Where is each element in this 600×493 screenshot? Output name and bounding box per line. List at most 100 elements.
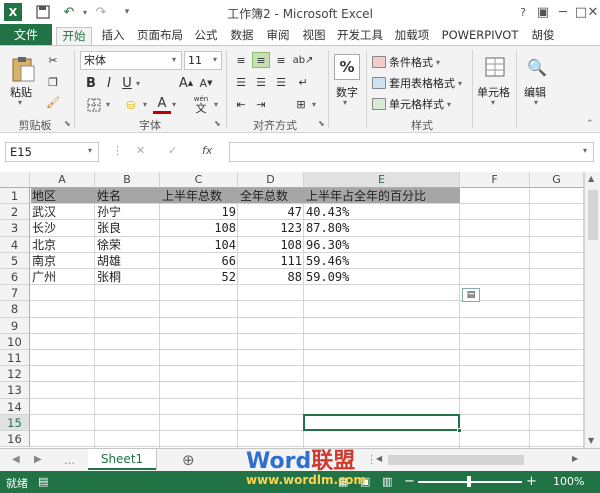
tab-home[interactable]: 开始	[56, 27, 92, 47]
align-middle-icon[interactable]: ≡	[252, 52, 270, 68]
zoom-level[interactable]: 100%	[553, 475, 584, 488]
scroll-right-icon[interactable]: ▶	[572, 454, 578, 463]
row-header-10[interactable]: 10	[0, 333, 30, 350]
font-name-box[interactable]: 宋体	[80, 51, 182, 70]
tab-powerpivot[interactable]: POWERPIVOT	[438, 27, 522, 46]
data-cell-e3[interactable]: 87.80%	[304, 220, 351, 236]
decrease-indent-icon[interactable]: ⇤	[232, 96, 250, 112]
align-left-icon[interactable]: ☰	[232, 74, 250, 90]
tab-developer[interactable]: 开发工具	[334, 27, 386, 46]
user-name[interactable]: 胡俊	[528, 27, 558, 46]
align-center-icon[interactable]: ☰	[252, 74, 270, 90]
font-color-button[interactable]: A	[153, 96, 171, 114]
editing-dropdown-icon[interactable]: ▾	[534, 98, 538, 107]
scroll-left-icon[interactable]: ◀	[376, 454, 382, 463]
data-cell-a2[interactable]: 武汉	[30, 204, 58, 220]
data-cell-a6[interactable]: 广州	[30, 269, 58, 285]
tab-insert[interactable]: 插入	[96, 27, 130, 46]
data-cell-d4[interactable]: 108	[238, 237, 304, 253]
paste-dropdown-icon[interactable]: ▾	[18, 98, 22, 107]
tab-addins[interactable]: 加载项	[392, 27, 432, 46]
help-button[interactable]: ?	[512, 2, 534, 22]
paste-options-icon[interactable]: ▤	[462, 288, 480, 303]
customize-toolbar-icon[interactable]: ▾	[118, 3, 136, 21]
data-cell-d6[interactable]: 88	[238, 269, 304, 285]
format-painter-icon[interactable]: 🖌	[44, 94, 62, 110]
data-cell-b6[interactable]: 张桐	[95, 269, 123, 285]
row-header-9[interactable]: 9	[0, 317, 30, 334]
cancel-entry-icon[interactable]: ✕	[136, 144, 145, 157]
font-name-dropdown-icon[interactable]: ▾	[172, 55, 176, 64]
next-sheet-icon[interactable]: ▶	[34, 454, 42, 465]
grow-font-button[interactable]: A ▲	[178, 74, 194, 92]
tab-review[interactable]: 审阅	[262, 27, 294, 46]
ribbon-display-icon[interactable]: ▣	[532, 2, 554, 22]
tab-page-layout[interactable]: 页面布局	[134, 27, 186, 46]
name-box-dropdown-icon[interactable]: ▾	[88, 146, 92, 155]
orientation-icon[interactable]: ab↗	[293, 52, 314, 68]
collapse-ribbon-icon[interactable]: ⌃	[586, 119, 594, 129]
scroll-up-icon[interactable]: ▲	[588, 174, 594, 183]
borders-icon[interactable]	[83, 96, 105, 114]
row-header-7[interactable]: 7	[0, 285, 30, 302]
data-cell-d3[interactable]: 123	[238, 220, 304, 236]
data-cell-e2[interactable]: 40.43%	[304, 204, 351, 220]
row-header-12[interactable]: 12	[0, 366, 30, 383]
align-bottom-icon[interactable]: ≡	[272, 52, 290, 68]
sheet-tab-sheet1[interactable]: Sheet1	[88, 449, 156, 470]
data-cell-a4[interactable]: 北京	[30, 237, 58, 253]
sheet-more-icon[interactable]: …	[64, 454, 75, 467]
clipboard-launcher-icon[interactable]: ⬊	[64, 119, 71, 128]
data-cell-b3[interactable]: 张良	[95, 220, 123, 236]
header-cell-a[interactable]: 地区	[30, 188, 58, 204]
font-color-dropdown-icon[interactable]: ▾	[172, 100, 176, 109]
column-header-f[interactable]: F	[460, 172, 530, 188]
tab-data[interactable]: 数据	[226, 27, 258, 46]
cells-dropdown-icon[interactable]: ▾	[491, 98, 495, 107]
merge-center-icon[interactable]: ⊞	[292, 96, 310, 112]
column-header-b[interactable]: B	[95, 172, 160, 188]
data-cell-e4[interactable]: 96.30%	[304, 237, 351, 253]
select-all-corner[interactable]	[0, 172, 30, 188]
row-header-14[interactable]: 14	[0, 398, 30, 415]
cut-icon[interactable]: ✂	[44, 52, 62, 68]
data-cell-c5[interactable]: 66	[160, 253, 238, 269]
zoom-slider-thumb[interactable]	[467, 476, 471, 487]
data-cell-a5[interactable]: 南京	[30, 253, 58, 269]
tab-file[interactable]: 文件	[0, 24, 52, 46]
scroll-down-icon[interactable]: ▼	[588, 436, 594, 445]
paste-icon[interactable]	[8, 54, 38, 84]
format-as-table-button[interactable]: 套用表格格式 ▾	[372, 75, 462, 91]
new-sheet-button[interactable]: ⊕	[182, 451, 195, 469]
data-cell-c6[interactable]: 52	[160, 269, 238, 285]
merge-dropdown-icon[interactable]: ▾	[312, 100, 316, 109]
percent-style-button[interactable]: %	[334, 54, 360, 80]
font-launcher-icon[interactable]: ⬊	[214, 119, 221, 128]
align-top-icon[interactable]: ≡	[232, 52, 250, 68]
number-dropdown-icon[interactable]: ▾	[343, 98, 347, 107]
data-cell-b5[interactable]: 胡雄	[95, 253, 123, 269]
align-right-icon[interactable]: ☰	[272, 74, 290, 90]
editing-icon[interactable]: 🔍	[524, 54, 550, 80]
save-icon[interactable]	[34, 3, 52, 21]
column-header-a[interactable]: A	[30, 172, 95, 188]
formula-input[interactable]	[229, 142, 594, 162]
close-icon[interactable]: ✕	[582, 2, 600, 22]
data-cell-a3[interactable]: 长沙	[30, 220, 58, 236]
bold-button[interactable]: B	[83, 74, 99, 92]
zoom-out-button[interactable]: −	[404, 474, 415, 489]
conditional-format-button[interactable]: 条件格式 ▾	[372, 54, 440, 70]
row-header-6[interactable]: 6	[0, 269, 30, 286]
fill-color-dropdown-icon[interactable]: ▾	[143, 100, 147, 109]
data-cell-d5[interactable]: 111	[238, 253, 304, 269]
data-cell-b4[interactable]: 徐荣	[95, 237, 123, 253]
data-cell-b2[interactable]: 孙宁	[95, 204, 123, 220]
tab-view[interactable]: 视图	[298, 27, 330, 46]
prev-sheet-icon[interactable]: ◀	[12, 454, 20, 465]
fill-handle[interactable]	[457, 428, 462, 433]
row-header-16[interactable]: 16	[0, 431, 30, 448]
row-header-13[interactable]: 13	[0, 382, 30, 399]
phonetic-dropdown-icon[interactable]: ▾	[214, 100, 218, 109]
row-header-11[interactable]: 11	[0, 350, 30, 367]
underline-button[interactable]: U	[119, 74, 135, 92]
